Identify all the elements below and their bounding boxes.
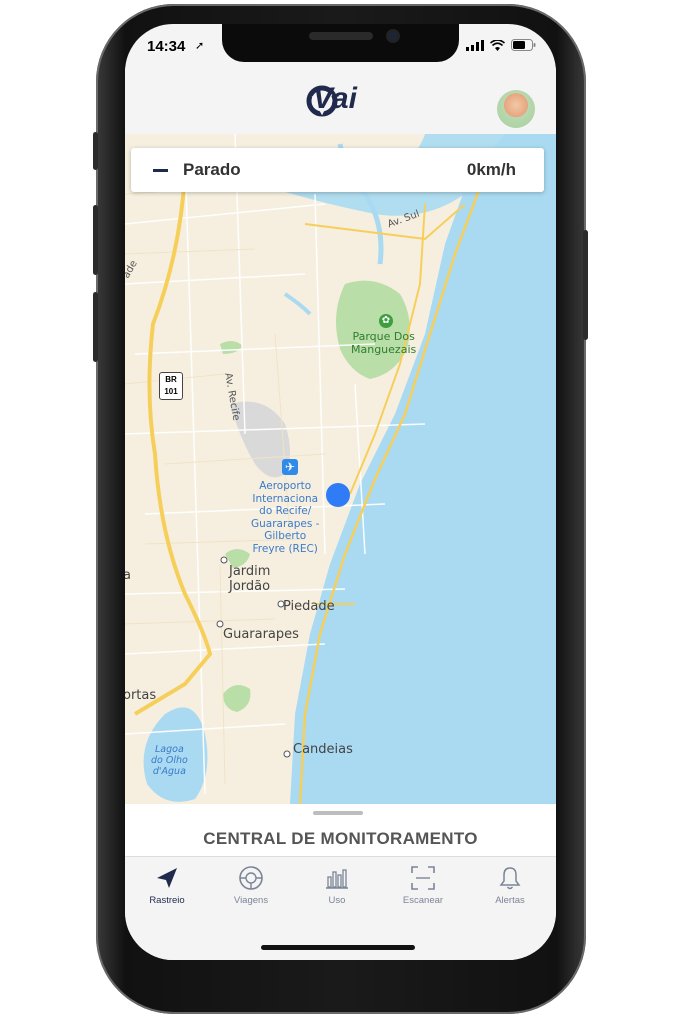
tab-viagens[interactable]: Viagens: [211, 865, 291, 906]
panel-title: CENTRAL DE MONITORAMENTO: [203, 829, 478, 848]
map-label-a: a: [125, 568, 131, 583]
app-header: Vai: [125, 68, 556, 134]
map-label-jardim: Jardim Jordão: [229, 564, 271, 594]
map-label-candeias: Candeias: [293, 742, 353, 757]
steering-wheel-icon: [239, 866, 263, 890]
speaker-grille: [309, 32, 373, 40]
tab-label-escanear: Escanear: [402, 895, 444, 906]
wifi-icon: [490, 39, 505, 51]
vehicle-speed: 0km/h: [466, 160, 516, 179]
logo-text: Vai: [313, 82, 357, 115]
map-label-piedade: Piedade: [283, 599, 335, 614]
scan-frame-icon: [411, 866, 435, 890]
speed-card[interactable]: Parado 0km/h: [131, 148, 544, 192]
status-icons: [466, 39, 536, 51]
user-avatar[interactable]: [497, 90, 535, 128]
tab-label-rastreio: Rastreio: [149, 895, 185, 906]
battery-icon: [511, 39, 536, 51]
bar-chart-icon: [326, 869, 348, 889]
map-label-park: Parque Dos Manguezais: [351, 330, 417, 356]
tab-uso[interactable]: Uso: [297, 865, 377, 906]
power-button: [583, 230, 588, 340]
map-canvas: [125, 134, 556, 804]
status-time: 14:34: [147, 38, 186, 55]
tab-rastreio[interactable]: Rastreio: [127, 865, 207, 906]
volume-up-button: [93, 205, 98, 275]
signal-icon: [466, 39, 484, 51]
location-arrow-icon: ➚: [195, 40, 205, 52]
volume-down-button: [93, 292, 98, 362]
tab-label-alertas: Alertas: [495, 895, 525, 906]
tab-label-uso: Uso: [328, 895, 346, 906]
map-label-airport: Aeroporto Internaciona do Recife/ Guarar…: [251, 480, 320, 555]
map-label-lagoa: Lagoa do Olho d'Agua: [151, 744, 188, 777]
br101-shield-top: BR: [165, 375, 177, 384]
tab-label-viagens: Viagens: [233, 895, 269, 906]
map-label-ortas: ortas: [125, 688, 157, 703]
tab-escanear[interactable]: Escanear: [383, 865, 463, 906]
map-label-guararapes: Guararapes: [223, 627, 299, 642]
status-bar: 14:34 ➚: [125, 24, 556, 68]
drag-handle[interactable]: [313, 811, 363, 815]
notch: [222, 24, 459, 62]
mute-switch: [93, 132, 98, 170]
vehicle-status: Parado: [183, 160, 241, 179]
navigation-arrow-icon: [157, 868, 177, 888]
dash-icon: [153, 169, 168, 172]
monitoring-panel[interactable]: CENTRAL DE MONITORAMENTO: [125, 804, 556, 856]
tab-alertas[interactable]: Alertas: [470, 865, 550, 906]
park-pin-icon: ✿: [379, 314, 393, 328]
br101-shield: BR 101: [159, 372, 183, 400]
bell-icon: [499, 867, 521, 890]
airport-icon: ✈: [282, 459, 298, 475]
app-screen: BR 101 Av. Sul Av. Recife ade ✿ Parque D…: [125, 24, 556, 960]
br101-shield-bottom: 101: [164, 387, 178, 396]
home-indicator[interactable]: [261, 945, 415, 950]
front-camera: [388, 31, 398, 41]
map-view[interactable]: BR 101 Av. Sul Av. Recife ade ✿ Parque D…: [125, 134, 556, 804]
current-location-dot[interactable]: [326, 483, 350, 507]
